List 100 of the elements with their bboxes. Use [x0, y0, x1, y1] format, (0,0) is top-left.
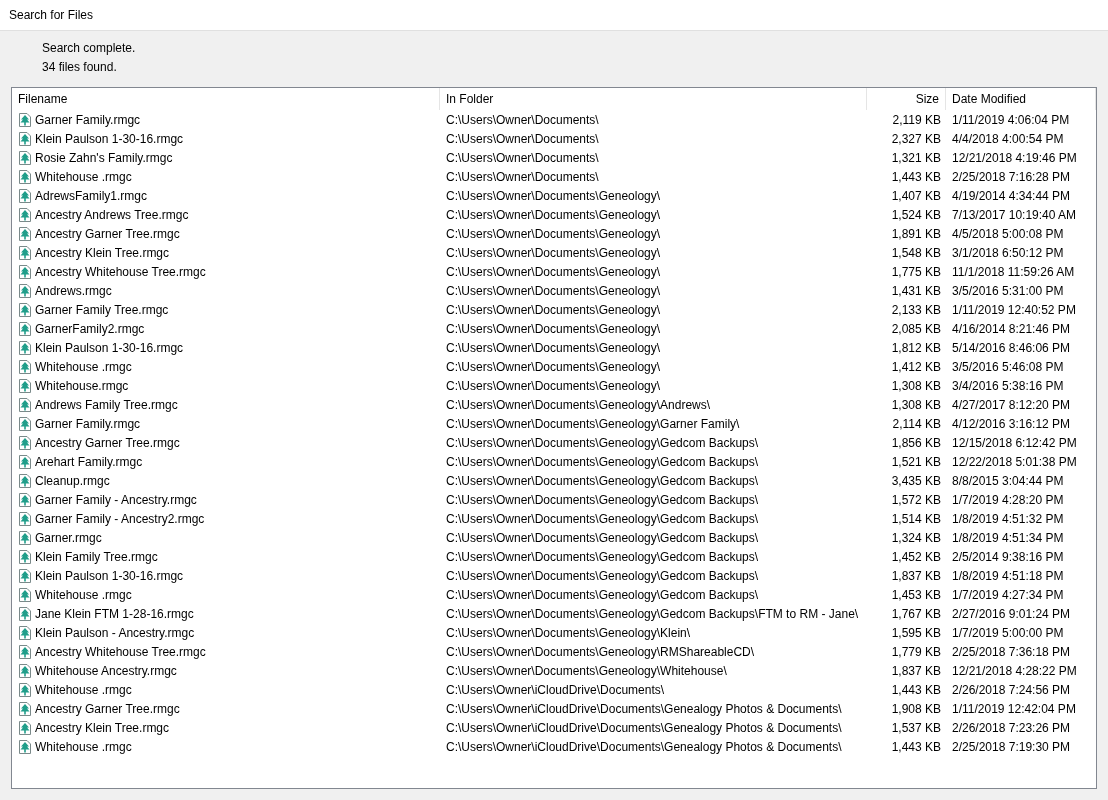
- column-header[interactable]: Filename: [12, 88, 440, 110]
- date-modified: 12/15/2018 6:12:42 PM: [952, 435, 1077, 450]
- tree-file-icon: [19, 150, 31, 165]
- file-row[interactable]: Klein Paulson 1-30-16.rmgc C:\Users\Owner\Documents\Geneology\Gedcom Backups\ 1,837 KB 1/8/2019 4:51:18 PM: [12, 566, 1096, 585]
- file-row[interactable]: Whitehouse.rmgc C:\Users\Owner\Documents\Geneology\ 1,308 KB 3/4/2016 5:38:16 PM: [12, 376, 1096, 395]
- folder-path: C:\Users\Owner\Documents\Geneology\Garner Family\: [446, 416, 740, 431]
- file-row[interactable]: Ancestry Klein Tree.rmgc C:\Users\Owner\iCloudDrive\Documents\Genealogy Photos & Documents\ 1,537 KB 2/26/2018 7:23:26 PM: [12, 718, 1096, 737]
- tree-file-icon: [19, 302, 31, 317]
- file-name: Arehart Family.rmgc: [35, 453, 143, 471]
- tree-file-icon: [19, 188, 31, 203]
- file-row[interactable]: Ancestry Whitehouse Tree.rmgc C:\Users\Owner\Documents\Geneology\ 1,775 KB 11/1/2018 11:59:26 AM: [12, 262, 1096, 281]
- file-row[interactable]: Jane Klein FTM 1-28-16.rmgc C:\Users\Owner\Documents\Geneology\Gedcom Backups\FTM to RM - Jane\ 1,767 KB 2/27/2016 9:01:24 PM: [12, 604, 1096, 623]
- file-name: Garner Family - Ancestry.rmgc: [35, 491, 197, 509]
- tree-file-icon: [19, 112, 31, 127]
- file-name: Ancestry Garner Tree.rmgc: [35, 225, 180, 243]
- file-name: Ancestry Whitehouse Tree.rmgc: [35, 263, 206, 281]
- file-name: AdrewsFamily1.rmgc: [35, 187, 148, 205]
- column-header[interactable]: In Folder: [440, 88, 867, 110]
- file-row[interactable]: AdrewsFamily1.rmgc C:\Users\Owner\Documents\Geneology\ 1,407 KB 4/19/2014 4:34:44 PM: [12, 186, 1096, 205]
- file-row[interactable]: Garner Family - Ancestry.rmgc C:\Users\Owner\Documents\Geneology\Gedcom Backups\ 1,572 KB 1/7/2019 4:28:20 PM: [12, 490, 1096, 509]
- file-name: Whitehouse .rmgc: [35, 586, 132, 604]
- date-modified: 2/25/2018 7:19:30 PM: [952, 739, 1071, 754]
- tree-file-icon: [19, 226, 31, 241]
- folder-path: C:\Users\Owner\Documents\: [446, 150, 599, 165]
- date-modified: 2/5/2014 9:38:16 PM: [952, 549, 1064, 564]
- file-row[interactable]: Whitehouse .rmgc C:\Users\Owner\Documents\ 1,443 KB 2/25/2018 7:16:28 PM: [12, 167, 1096, 186]
- file-row[interactable]: Klein Paulson 1-30-16.rmgc C:\Users\Owner\Documents\Geneology\ 1,812 KB 5/14/2016 8:46:06 PM: [12, 338, 1096, 357]
- folder-path: C:\Users\Owner\Documents\: [446, 131, 599, 146]
- date-modified: 1/11/2019 4:06:04 PM: [952, 112, 1070, 127]
- file-name: Whitehouse Ancestry.rmgc: [35, 662, 177, 680]
- folder-path: C:\Users\Owner\Documents\: [446, 112, 599, 127]
- date-modified: 8/8/2015 3:04:44 PM: [952, 473, 1064, 488]
- date-modified: 5/14/2016 8:46:06 PM: [952, 340, 1071, 355]
- file-row[interactable]: Ancestry Garner Tree.rmgc C:\Users\Owner\Documents\Geneology\Gedcom Backups\ 1,856 KB 12/15/2018 6:12:42 PM: [12, 433, 1096, 452]
- file-row[interactable]: Ancestry Klein Tree.rmgc C:\Users\Owner\Documents\Geneology\ 1,548 KB 3/1/2018 6:50:12 PM: [12, 243, 1096, 262]
- tree-file-icon: [19, 625, 31, 640]
- date-modified: 4/4/2018 4:00:54 PM: [952, 131, 1064, 146]
- file-row[interactable]: Garner.rmgc C:\Users\Owner\Documents\Geneology\Gedcom Backups\ 1,324 KB 1/8/2019 4:51:34 PM: [12, 528, 1096, 547]
- file-name: Garner Family - Ancestry2.rmgc: [35, 510, 205, 528]
- date-modified: 7/13/2017 10:19:40 AM: [952, 207, 1077, 222]
- folder-path: C:\Users\Owner\Documents\Geneology\Gedcom Backups\FTM to RM - Jane\: [446, 606, 859, 621]
- file-row[interactable]: Arehart Family.rmgc C:\Users\Owner\Documents\Geneology\Gedcom Backups\ 1,521 KB 12/22/2018 5:01:38 PM: [12, 452, 1096, 471]
- file-row[interactable]: Whitehouse .rmgc C:\Users\Owner\Documents\Geneology\Gedcom Backups\ 1,453 KB 1/7/2019 4:27:34 PM: [12, 585, 1096, 604]
- tree-file-icon: [19, 454, 31, 469]
- date-modified: 12/22/2018 5:01:38 PM: [952, 454, 1077, 469]
- file-row[interactable]: Klein Paulson 1-30-16.rmgc C:\Users\Owner\Documents\ 2,327 KB 4/4/2018 4:00:54 PM: [12, 129, 1096, 148]
- file-size: 1,775 KB: [891, 263, 941, 281]
- folder-path: C:\Users\Owner\Documents\Geneology\Whitehouse\: [446, 663, 727, 678]
- folder-path: C:\Users\Owner\Documents\Geneology\: [446, 264, 661, 279]
- folder-path: C:\Users\Owner\iCloudDrive\Documents\: [446, 682, 665, 697]
- tree-file-icon: [19, 397, 31, 412]
- date-modified: 3/5/2016 5:31:00 PM: [952, 283, 1064, 298]
- file-row[interactable]: Ancestry Andrews Tree.rmgc C:\Users\Owner\Documents\Geneology\ 1,524 KB 7/13/2017 10:19:40 AM: [12, 205, 1096, 224]
- date-modified: 4/16/2014 8:21:46 PM: [952, 321, 1071, 336]
- file-name: GarnerFamily2.rmgc: [35, 320, 145, 338]
- file-row[interactable]: Klein Family Tree.rmgc C:\Users\Owner\Documents\Geneology\Gedcom Backups\ 1,452 KB 2/5/2014 9:38:16 PM: [12, 547, 1096, 566]
- date-modified: 1/8/2019 4:51:32 PM: [952, 511, 1064, 526]
- file-size: 2,119 KB: [892, 111, 941, 129]
- file-row[interactable]: Klein Paulson - Ancestry.rmgc C:\Users\Owner\Documents\Geneology\Klein\ 1,595 KB 1/7/2019 5:00:00 PM: [12, 623, 1096, 642]
- file-row[interactable]: Ancestry Garner Tree.rmgc C:\Users\Owner\Documents\Geneology\ 1,891 KB 4/5/2018 5:00:08 PM: [12, 224, 1096, 243]
- folder-path: C:\Users\Owner\Documents\Geneology\: [446, 188, 661, 203]
- file-name: Ancestry Klein Tree.rmgc: [35, 244, 170, 262]
- date-modified: 12/21/2018 4:19:46 PM: [952, 150, 1077, 165]
- file-row[interactable]: Whitehouse .rmgc C:\Users\Owner\Documents\Geneology\ 1,412 KB 3/5/2016 5:46:08 PM: [12, 357, 1096, 376]
- date-modified: 2/27/2016 9:01:24 PM: [952, 606, 1071, 621]
- file-row[interactable]: Cleanup.rmgc C:\Users\Owner\Documents\Geneology\Gedcom Backups\ 3,435 KB 8/8/2015 3:04:44 PM: [12, 471, 1096, 490]
- folder-path: C:\Users\Owner\Documents\Geneology\Gedcom Backups\: [446, 473, 759, 488]
- file-size: 2,085 KB: [891, 320, 941, 338]
- date-modified: 2/25/2018 7:36:18 PM: [952, 644, 1071, 659]
- file-row[interactable]: Ancestry Whitehouse Tree.rmgc C:\Users\Owner\Documents\Geneology\RMShareableCD\ 1,779 KB 2/25/2018 7:36:18 PM: [12, 642, 1096, 661]
- file-row[interactable]: Andrews.rmgc C:\Users\Owner\Documents\Geneology\ 1,431 KB 3/5/2016 5:31:00 PM: [12, 281, 1096, 300]
- file-row[interactable]: Andrews Family Tree.rmgc C:\Users\Owner\Documents\Geneology\Andrews\ 1,308 KB 4/27/2017 8:12:20 PM: [12, 395, 1096, 414]
- date-modified: 12/21/2018 4:28:22 PM: [952, 663, 1077, 678]
- tree-file-icon: [19, 169, 31, 184]
- folder-path: C:\Users\Owner\Documents\Geneology\: [446, 378, 661, 393]
- date-modified: 3/5/2016 5:46:08 PM: [952, 359, 1064, 374]
- tree-file-icon: [19, 435, 31, 450]
- folder-path: C:\Users\Owner\Documents\Geneology\: [446, 340, 661, 355]
- file-row[interactable]: Whitehouse Ancestry.rmgc C:\Users\Owner\Documents\Geneology\Whitehouse\ 1,837 KB 12/21/2018 4:28:22 PM: [12, 661, 1096, 680]
- file-name: Whitehouse.rmgc: [35, 377, 129, 395]
- file-size: 1,521 KB: [891, 453, 941, 471]
- file-row[interactable]: Whitehouse .rmgc C:\Users\Owner\iCloudDrive\Documents\Genealogy Photos & Documents\ 1,443 KB 2/25/2018 7:19:30 PM: [12, 737, 1096, 756]
- file-row[interactable]: Garner Family.rmgc C:\Users\Owner\Documents\ 2,119 KB 1/11/2019 4:06:04 PM: [12, 110, 1096, 129]
- file-size: 1,908 KB: [891, 700, 941, 718]
- file-row[interactable]: Garner Family Tree.rmgc C:\Users\Owner\Documents\Geneology\ 2,133 KB 1/11/2019 12:40:52 PM: [12, 300, 1096, 319]
- file-row[interactable]: Garner Family - Ancestry2.rmgc C:\Users\Owner\Documents\Geneology\Gedcom Backups\ 1,514 KB 1/8/2019 4:51:32 PM: [12, 509, 1096, 528]
- file-size: 1,767 KB: [891, 605, 941, 623]
- file-row[interactable]: GarnerFamily2.rmgc C:\Users\Owner\Documents\Geneology\ 2,085 KB 4/16/2014 8:21:46 PM: [12, 319, 1096, 338]
- file-row[interactable]: Rosie Zahn's Family.rmgc C:\Users\Owner\Documents\ 1,321 KB 12/21/2018 4:19:46 PM: [12, 148, 1096, 167]
- file-row[interactable]: Garner Family.rmgc C:\Users\Owner\Documents\Geneology\Garner Family\ 2,114 KB 4/12/2016 3:16:12 PM: [12, 414, 1096, 433]
- folder-path: C:\Users\Owner\Documents\Geneology\Klein\: [446, 625, 691, 640]
- file-row[interactable]: Ancestry Garner Tree.rmgc C:\Users\Owner\iCloudDrive\Documents\Genealogy Photos & Documents\ 1,908 KB 1/11/2019 12:42:04 PM: [12, 699, 1096, 718]
- column-header[interactable]: Size: [867, 88, 946, 110]
- tree-file-icon: [19, 549, 31, 564]
- file-name: Andrews Family Tree.rmgc: [35, 396, 178, 414]
- folder-path: C:\Users\Owner\Documents\: [446, 169, 599, 184]
- file-size: 3,435 KB: [891, 472, 941, 490]
- column-header[interactable]: Date Modified: [946, 88, 1096, 110]
- date-modified: 1/11/2019 12:40:52 PM: [952, 302, 1076, 317]
- file-row[interactable]: Whitehouse .rmgc C:\Users\Owner\iCloudDrive\Documents\ 1,443 KB 2/26/2018 7:24:56 PM: [12, 680, 1096, 699]
